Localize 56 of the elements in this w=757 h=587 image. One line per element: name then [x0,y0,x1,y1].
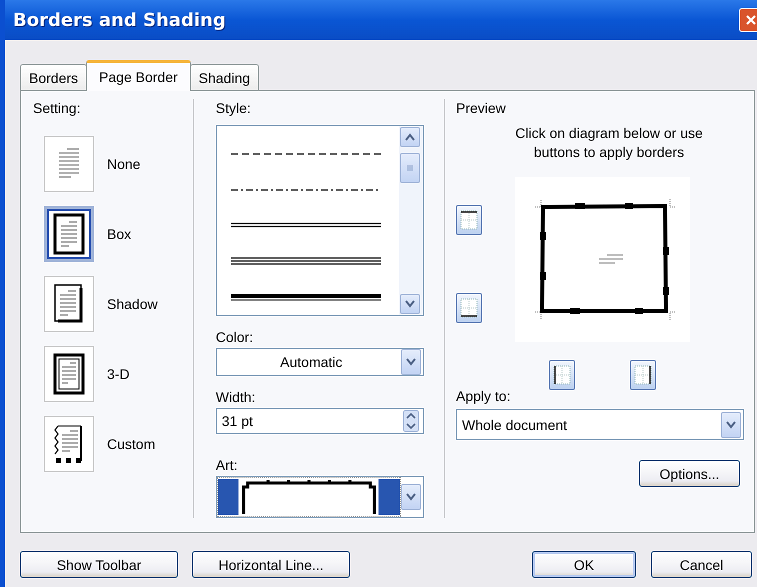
art-dropdown[interactable] [216,476,424,518]
boxed-page-icon [53,213,85,255]
right-border-icon [634,365,652,385]
chevron-down-icon [726,420,736,428]
dialog-button[interactable]: Cancel [651,551,752,578]
custom-border-page-icon [53,423,85,465]
chevron-down-icon [404,300,415,308]
dropdown-arrow-button[interactable] [400,484,421,510]
tab[interactable]: Shading [190,64,260,90]
bottom-border-icon [460,298,478,318]
line-sample-icon [230,256,381,266]
chevron-down-icon [406,493,416,501]
tab[interactable]: Borders [20,64,88,90]
close-button[interactable] [739,8,757,32]
style-list[interactable] [216,125,424,316]
dialog-button[interactable]: Show Toolbar [20,551,178,578]
preview-instructions: Click on diagram below or use buttons to apply borders [514,124,704,162]
left-border-icon [553,365,571,385]
top-border-icon [460,210,478,230]
setting-option[interactable]: Shadow [44,276,193,332]
scroll-down-button[interactable] [400,294,420,314]
scroll-thumb[interactable] [400,153,420,183]
color-dropdown[interactable]: Automatic [216,348,424,376]
dialog-button[interactable]: Horizontal Line... [192,551,350,578]
tab[interactable]: Page Border [86,60,191,91]
window-title: Borders and Shading [13,10,226,30]
art-label: Art: [216,456,239,474]
setting-label: Setting: [33,99,82,117]
bottom-border-button[interactable] [456,293,482,323]
framed-page-icon [53,353,85,395]
top-border-button[interactable] [456,205,482,235]
setting-option[interactable]: Custom [44,416,193,472]
chevron-down-icon [406,358,416,366]
color-label: Color: [216,328,254,346]
right-border-button[interactable] [630,360,656,390]
preview-label: Preview [456,99,507,117]
setting-option[interactable]: Box [44,206,193,262]
dropdown-arrow-button[interactable] [400,349,421,375]
spin-buttons[interactable] [402,409,421,433]
bordered-page-preview-drawing[interactable] [515,177,690,342]
apply-to-label: Apply to: [456,387,512,405]
dropdown-arrow-button[interactable] [721,412,741,438]
width-label: Width: [216,388,256,406]
setting-option[interactable]: None [44,136,193,192]
left-border-button[interactable] [549,360,575,390]
chevron-up-icon [404,133,415,141]
line-sample-icon [230,292,381,302]
options-button[interactable]: Options... [639,460,740,487]
apply-to-dropdown[interactable]: Whole document [456,409,744,440]
width-spin-field[interactable]: 31 pt [216,408,424,434]
close-icon [744,14,756,26]
dialog-button[interactable]: OK [532,551,636,578]
setting-option[interactable]: 3-D [44,346,193,402]
style-label: Style: [216,99,252,117]
scroll-up-button[interactable] [400,127,420,147]
shadowed-page-icon [53,283,85,325]
